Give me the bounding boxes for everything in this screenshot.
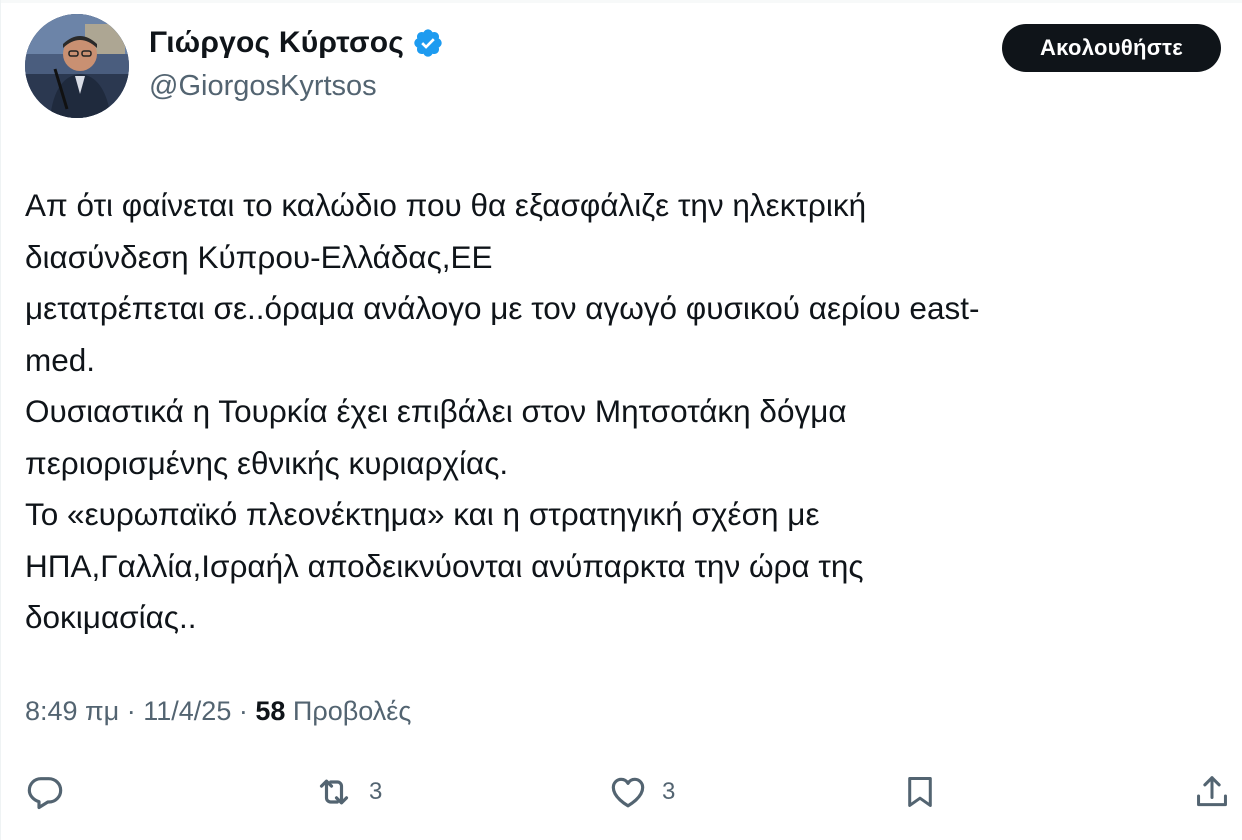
reply-icon [25, 772, 65, 812]
share-button[interactable] [1193, 770, 1231, 814]
divider [25, 754, 1219, 755]
author-handle[interactable]: @GiorgosKyrtsos [149, 70, 377, 103]
follow-button[interactable]: Ακολουθήστε [1002, 24, 1221, 72]
tweet-text-line: Απ ότι φαίνεται το καλώδιο που θα εξασφά… [25, 187, 867, 223]
heart-icon [608, 772, 648, 812]
tweet-time[interactable]: 8:49 πμ [25, 696, 119, 726]
tweet-text-line: διασύνδεση Κύπρου-Ελλάδας,ΕΕ [25, 238, 493, 275]
tweet-text-line: μετατρέπεται σε..όραμα ανάλογο με τον αγ… [25, 290, 980, 326]
tweet-text-line: ΗΠΑ,Γαλλία,Ισραήλ αποδεικνύονται ανύπαρκ… [25, 547, 864, 584]
meta-separator: · [231, 696, 256, 726]
tweet-text-line: δοκιμασίας.. [25, 599, 197, 635]
tweet-card: Γιώργος Κύρτσος @GiorgosKyrtsos Ακολουθή… [0, 0, 1242, 840]
like-button[interactable]: 3 [608, 770, 675, 814]
avatar-image [25, 14, 129, 118]
reply-button[interactable] [25, 770, 65, 814]
tweet-text-line: Ουσιαστικά η Τουρκία έχει επιβάλει στον … [25, 393, 847, 429]
verified-badge-icon [412, 27, 444, 59]
tweet-date[interactable]: 11/4/25 [143, 696, 231, 726]
bookmark-button[interactable] [901, 770, 939, 814]
tweet-text-line: Το «ευρωπαϊκό πλεονέκτημα» και η στρατηγ… [25, 496, 820, 532]
author-display-name[interactable]: Γιώργος Κύρτσος [149, 26, 404, 60]
retweet-icon [313, 772, 355, 812]
tweet-text-line: περιορισμένης εθνικής κυριαρχίας. [25, 444, 509, 481]
tweet-text: Απ ότι φαίνεται το καλώδιο που θα εξασφά… [25, 180, 1215, 644]
avatar[interactable] [25, 14, 129, 118]
bookmark-icon [901, 772, 939, 812]
views-count: 58 [255, 696, 286, 726]
views-label: Προβολές [292, 696, 412, 726]
meta-separator: · [119, 696, 144, 726]
retweet-count: 3 [369, 778, 383, 805]
share-icon [1193, 772, 1231, 812]
tweet-meta: 8:49 πμ · 11/4/25 · 58 Προβολές [25, 696, 411, 727]
author-name-row: Γιώργος Κύρτσος [149, 26, 444, 60]
like-count: 3 [662, 778, 676, 805]
retweet-button[interactable]: 3 [313, 770, 382, 814]
top-border [1, 0, 1242, 3]
tweet-text-line: med. [25, 341, 96, 378]
